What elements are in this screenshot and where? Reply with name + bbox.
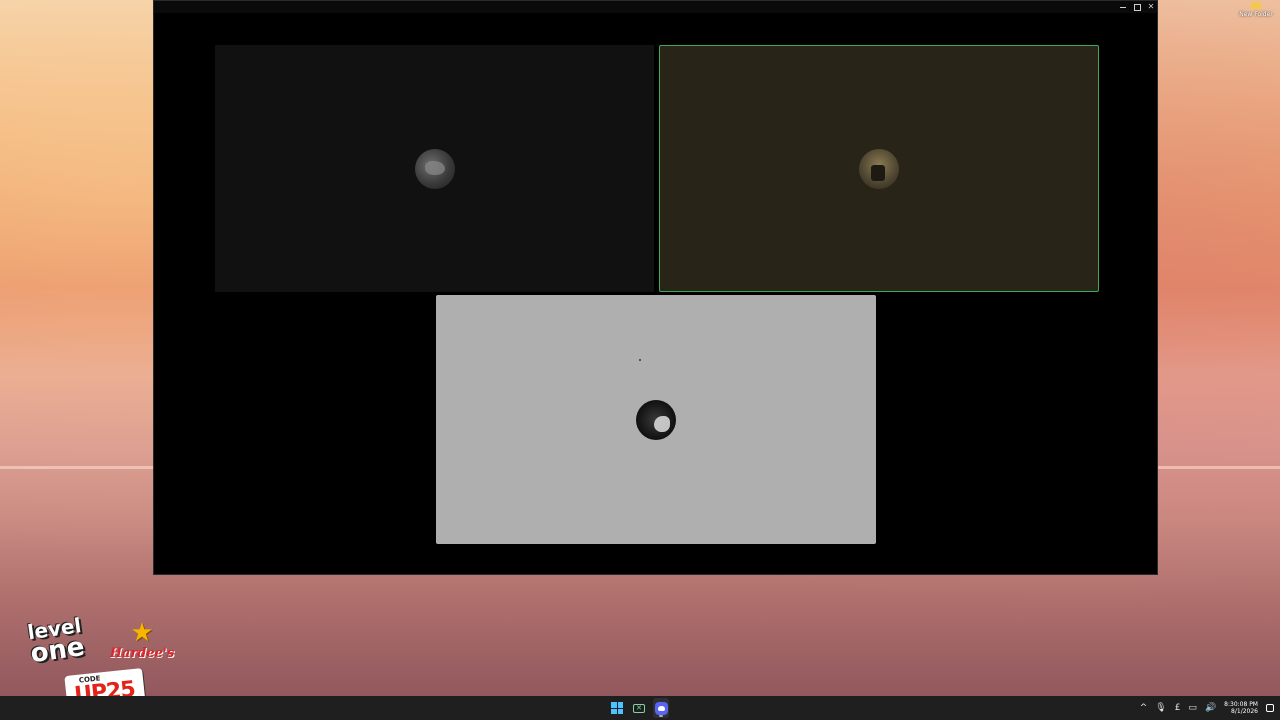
taskbar-apps: ✕: [609, 696, 669, 720]
window-titlebar[interactable]: ✕: [154, 1, 1157, 13]
level-one-logo: level one: [26, 613, 95, 680]
user-avatar-icon: [414, 148, 455, 189]
clock-time: 8:30:08 PM: [1224, 701, 1258, 708]
system-tray: ^ 🎙 £ ▭ 🔊 8:30:08 PM 8/1/2026: [1140, 696, 1274, 720]
clock-date: 8/1/2026: [1231, 708, 1258, 715]
active-app-indicator: [659, 715, 663, 717]
language-icon[interactable]: £: [1175, 703, 1181, 713]
taskbar-app-xbox[interactable]: ✕: [631, 698, 647, 718]
logo-line-2: one: [28, 631, 87, 670]
windows-logo-icon: [611, 702, 623, 714]
window-controls: ✕: [1119, 1, 1155, 13]
brand-name: Hardee's: [109, 646, 175, 661]
voice-call-window: ✕: [153, 0, 1158, 575]
microphone-icon[interactable]: 🎙: [1155, 703, 1166, 713]
network-icon[interactable]: ▭: [1188, 703, 1197, 713]
desktop-folder-shortcut[interactable]: New Folder: [1238, 2, 1274, 26]
volume-icon[interactable]: 🔊: [1205, 703, 1216, 713]
discord-icon: [654, 701, 668, 715]
star-icon: ★: [130, 618, 154, 648]
taskbar: ✕ ^ 🎙 £ ▭ 🔊 8:30:08 PM 8/1/2026: [0, 696, 1280, 720]
notification-icon[interactable]: [1266, 704, 1274, 712]
participant-tile-speaking[interactable]: [659, 45, 1099, 292]
hardees-logo: ★ Hardee's: [109, 618, 175, 666]
close-button[interactable]: ✕: [1147, 2, 1155, 12]
user-avatar-icon: [859, 148, 899, 189]
chevron-up-icon[interactable]: ^: [1140, 703, 1148, 713]
participant-tile[interactable]: [436, 295, 876, 544]
cursor-dot: [639, 359, 641, 361]
start-button[interactable]: [609, 698, 625, 718]
taskbar-app-discord[interactable]: [653, 698, 669, 718]
clock[interactable]: 8:30:08 PM 8/1/2026: [1224, 701, 1258, 715]
desktop-folder-label: New Folder: [1239, 11, 1273, 18]
maximize-button[interactable]: [1133, 2, 1141, 12]
minimize-button[interactable]: [1119, 2, 1127, 12]
folder-icon: [1251, 2, 1261, 9]
xbox-icon: ✕: [633, 703, 645, 713]
participant-tile[interactable]: [215, 45, 654, 292]
user-avatar-icon: [636, 399, 676, 440]
